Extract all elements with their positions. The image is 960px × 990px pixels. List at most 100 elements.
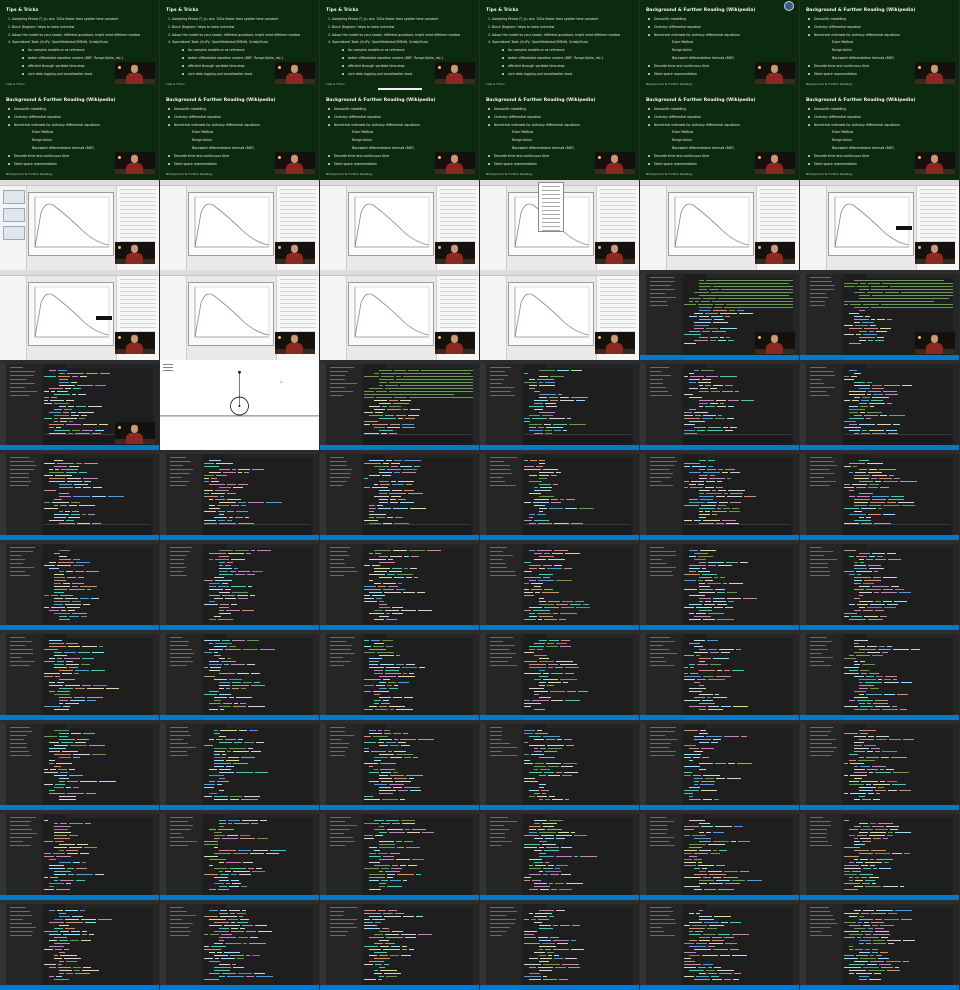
variable-row[interactable] [600, 221, 636, 222]
video-frame[interactable]: Background & Further Reading (Wikipedia)… [160, 90, 320, 180]
variable-row[interactable] [440, 295, 476, 296]
video-frame[interactable] [320, 450, 480, 540]
explorer-item[interactable] [650, 375, 671, 376]
code-area[interactable] [204, 820, 311, 894]
explorer-item[interactable] [650, 387, 666, 388]
explorer-item[interactable] [650, 645, 663, 646]
video-frame[interactable] [480, 810, 640, 900]
code-area[interactable] [524, 730, 631, 804]
explorer-item[interactable] [170, 547, 192, 548]
variable-row[interactable] [120, 193, 156, 194]
explorer-item[interactable] [330, 383, 357, 384]
variable-row[interactable] [440, 327, 476, 328]
explorer-item[interactable] [170, 821, 188, 822]
explorer-item[interactable] [650, 293, 665, 294]
minimap[interactable] [953, 548, 959, 625]
video-frame[interactable] [320, 630, 480, 720]
tab-active-file[interactable] [684, 724, 706, 728]
explorer-item[interactable] [10, 563, 23, 564]
explorer-item[interactable] [810, 731, 831, 732]
explorer-item[interactable] [810, 727, 833, 728]
explorer-item[interactable] [330, 473, 351, 474]
tab-active-file[interactable] [44, 364, 66, 368]
variable-row[interactable] [600, 237, 636, 238]
code-area[interactable] [364, 550, 471, 624]
explorer-item[interactable] [330, 747, 348, 748]
variable-row[interactable] [760, 193, 796, 194]
context-menu-item[interactable] [542, 210, 560, 211]
explorer-item[interactable] [490, 653, 516, 654]
variable-row[interactable] [120, 201, 156, 202]
explorer-item[interactable] [490, 567, 507, 568]
variable-row[interactable] [440, 201, 476, 202]
explorer-item[interactable] [650, 829, 668, 830]
explorer-item[interactable] [810, 469, 830, 470]
video-frame[interactable] [800, 720, 960, 810]
tab-active-file[interactable] [524, 364, 546, 368]
variable-row[interactable] [440, 213, 476, 214]
minimap[interactable] [313, 728, 319, 805]
explorer-item[interactable] [810, 567, 828, 568]
code-area[interactable] [524, 640, 631, 714]
explorer-item[interactable] [170, 465, 183, 466]
minimap[interactable] [793, 818, 799, 895]
explorer-item[interactable] [810, 657, 833, 658]
explorer-item[interactable] [490, 481, 505, 482]
model-thumbnail[interactable] [3, 208, 25, 222]
variable-row[interactable] [120, 303, 156, 304]
explorer-item[interactable] [810, 915, 833, 916]
explorer-item[interactable] [170, 661, 193, 662]
explorer-item[interactable] [170, 845, 188, 846]
context-menu-item[interactable] [542, 190, 560, 191]
terminal-panel[interactable] [204, 524, 311, 535]
explorer-item[interactable] [810, 747, 837, 748]
code-area[interactable] [844, 730, 951, 804]
explorer-item[interactable] [330, 391, 353, 392]
video-frame[interactable] [320, 360, 480, 450]
variable-row[interactable] [120, 323, 156, 324]
video-frame[interactable] [640, 630, 800, 720]
video-frame[interactable] [640, 720, 800, 810]
explorer-item[interactable] [170, 841, 197, 842]
explorer-item[interactable] [650, 665, 674, 666]
video-frame[interactable] [160, 180, 320, 270]
video-frame[interactable] [0, 360, 160, 450]
variable-row[interactable] [120, 189, 156, 190]
explorer-item[interactable] [10, 911, 30, 912]
variable-row[interactable] [920, 217, 956, 218]
video-frame[interactable] [160, 450, 320, 540]
explorer-item[interactable] [330, 481, 347, 482]
explorer-item[interactable] [650, 637, 670, 638]
video-frame[interactable] [800, 450, 960, 540]
variable-row[interactable] [600, 201, 636, 202]
video-frame[interactable] [480, 720, 640, 810]
variable-row[interactable] [120, 327, 156, 328]
tab-active-file[interactable] [524, 904, 546, 908]
explorer-item[interactable] [10, 559, 25, 560]
explorer-item[interactable] [330, 735, 354, 736]
tab-active-file[interactable] [524, 454, 546, 458]
explorer-item[interactable] [490, 383, 502, 384]
variable-row[interactable] [280, 279, 316, 280]
explorer-item[interactable] [170, 477, 182, 478]
explorer-item[interactable] [810, 817, 823, 818]
video-frame[interactable]: Background & Further Reading (Wikipedia)… [640, 0, 800, 90]
explorer-item[interactable] [10, 387, 25, 388]
explorer-item[interactable] [490, 485, 516, 486]
variable-row[interactable] [760, 209, 796, 210]
variable-row[interactable] [280, 205, 316, 206]
explorer-item[interactable] [490, 637, 513, 638]
explorer-item[interactable] [810, 935, 832, 936]
explorer-item[interactable] [810, 551, 833, 552]
explorer-item[interactable] [330, 641, 346, 642]
explorer-item[interactable] [810, 293, 826, 294]
explorer-item[interactable] [330, 395, 343, 396]
code-area[interactable] [844, 370, 951, 444]
variable-row[interactable] [280, 303, 316, 304]
variable-row[interactable] [760, 213, 796, 214]
explorer-item[interactable] [330, 551, 347, 552]
video-frame[interactable] [320, 720, 480, 810]
code-area[interactable] [204, 640, 311, 714]
code-area[interactable] [44, 730, 151, 804]
video-frame[interactable] [0, 720, 160, 810]
